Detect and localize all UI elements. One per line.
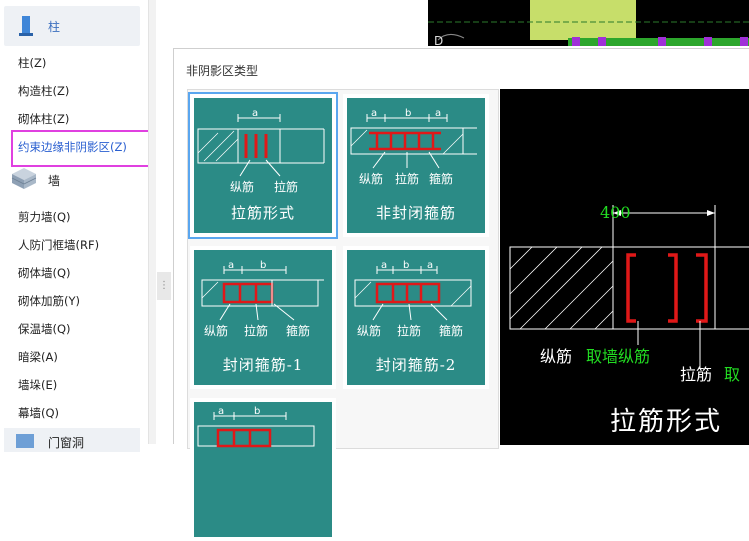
tree-item-constructional-column[interactable]: 构造柱(Z) (18, 83, 69, 99)
component-tree-sidebar: 柱 柱(Z) 构造柱(Z) 砌体柱(Z) 约束边缘非阴影区(Z) 墙 剪力墙(Q… (0, 0, 150, 452)
tile-face: a 纵筋 拉筋 拉筋形式 (194, 98, 332, 233)
axis-marker-label: D (434, 34, 444, 48)
tile-caption: 拉筋形式 (230, 204, 295, 222)
splitter-handle[interactable]: ⋮ (157, 272, 171, 300)
preview-value-tie: 取 (724, 365, 741, 384)
label-stirrup: 箍筋 (439, 324, 464, 338)
group-column[interactable]: 柱 (4, 6, 140, 46)
preview-label-longbar: 纵筋 (540, 347, 573, 366)
tree-item-shear-wall[interactable]: 剪力墙(Q) (18, 209, 71, 225)
dim-label-a: a (252, 108, 259, 119)
preview-label-tie: 拉筋 (680, 365, 713, 384)
tree-item-masonry-column[interactable]: 砌体柱(Z) (18, 111, 69, 127)
group-wall[interactable]: 墙 (4, 162, 140, 196)
tile-face: a b a 纵筋 拉筋 箍筋 封闭箍筋-2 (347, 250, 485, 385)
group-door-window-label: 门窗洞 (48, 436, 85, 450)
tile-closed-stirrup-1[interactable]: a b 纵筋 拉筋 箍筋 封闭箍筋-1 (190, 246, 336, 389)
door-window-icon (16, 434, 34, 448)
panel-gap (156, 0, 174, 444)
tree-item-masonry-wall[interactable]: 砌体墙(Q) (18, 265, 71, 281)
column-icon (19, 16, 33, 36)
tile-type-5[interactable]: a b (190, 398, 336, 541)
label-tie-bar: 拉筋 (395, 172, 420, 186)
tree-item-hidden-beam[interactable]: 暗梁(A) (18, 349, 58, 365)
label-tie-bar: 拉筋 (274, 180, 299, 194)
dim-label-a: a (371, 108, 378, 119)
tree-item-civil-defense-door-frame-wall[interactable]: 人防门框墙(RF) (18, 237, 99, 253)
tile-face: a b a 纵筋 拉筋 箍筋 非封闭箍筋 (347, 98, 485, 233)
tile-face: a b (194, 402, 332, 537)
type-5-diagram (197, 412, 315, 448)
label-longitudinal-bar: 纵筋 (357, 324, 382, 338)
preview-caption: 拉筋形式 (610, 407, 723, 437)
dim-label-b: b (403, 260, 410, 271)
label-stirrup: 箍筋 (286, 324, 311, 338)
tree-item-masonry-reinforcement[interactable]: 砌体加筋(Y) (18, 293, 80, 309)
dim-label-a2: a (435, 108, 442, 119)
cad-drawing-strip (428, 0, 749, 46)
tile-caption: 封闭箍筋-2 (375, 356, 457, 374)
preview-panel: 400 纵筋 取墙纵筋 拉筋 取 拉筋形式 (500, 89, 749, 445)
preview-value-longbar: 取墙纵筋 (586, 347, 651, 366)
label-stirrup: 箍筋 (429, 172, 454, 186)
type-tile-grid: a 纵筋 拉筋 拉筋形式 a b a 纵筋 拉筋 箍筋 非封闭箍筋 a b 纵筋… (187, 89, 499, 541)
tile-tie-bar-form[interactable]: a 纵筋 拉筋 拉筋形式 (188, 92, 338, 239)
tile-caption: 非封闭箍筋 (375, 204, 456, 222)
label-longitudinal-bar: 纵筋 (204, 324, 229, 338)
dialog-title: 非阴影区类型 (186, 64, 259, 78)
group-door-window[interactable]: 门窗洞 (4, 428, 140, 452)
dim-label-b: b (405, 108, 412, 119)
non-shadow-type-dialog: 非阴影区类型 a 纵筋 拉筋 拉筋形式 a b a 纵筋 拉筋 箍筋 非封闭箍筋… (173, 48, 749, 541)
preview-diagram (509, 205, 749, 369)
label-longitudinal-bar: 纵筋 (359, 172, 384, 186)
dim-label-a2: a (427, 260, 434, 271)
preview-dimension: 400 (600, 203, 631, 222)
dim-label-a: a (218, 406, 225, 417)
label-longitudinal-bar: 纵筋 (230, 180, 255, 194)
tree-item-column[interactable]: 柱(Z) (18, 55, 46, 71)
tile-non-closed-stirrup[interactable]: a b a 纵筋 拉筋 箍筋 非封闭箍筋 (343, 94, 489, 237)
tile-face: a b 纵筋 拉筋 箍筋 封闭箍筋-1 (194, 250, 332, 385)
label-tie-bar: 拉筋 (397, 324, 422, 338)
dim-label-a: a (228, 260, 235, 271)
tile-caption: 封闭箍筋-1 (222, 356, 304, 374)
dim-label-b: b (260, 260, 267, 271)
wall-icon (11, 168, 37, 189)
tree-item-curtain-wall[interactable]: 幕墙(Q) (18, 405, 59, 421)
group-wall-label: 墙 (48, 174, 61, 188)
tree-item-insulation-wall[interactable]: 保温墙(Q) (18, 321, 71, 337)
tree-item-pilaster[interactable]: 墙垛(E) (18, 377, 57, 393)
group-column-label: 柱 (48, 20, 61, 34)
drawing-canvas-black[interactable]: D (428, 0, 749, 48)
tile-closed-stirrup-2[interactable]: a b a 纵筋 拉筋 箍筋 封闭箍筋-2 (343, 246, 489, 389)
dim-label-b: b (254, 406, 261, 417)
selection-highlight (11, 130, 150, 167)
dim-label-a: a (381, 260, 388, 271)
label-tie-bar: 拉筋 (244, 324, 269, 338)
